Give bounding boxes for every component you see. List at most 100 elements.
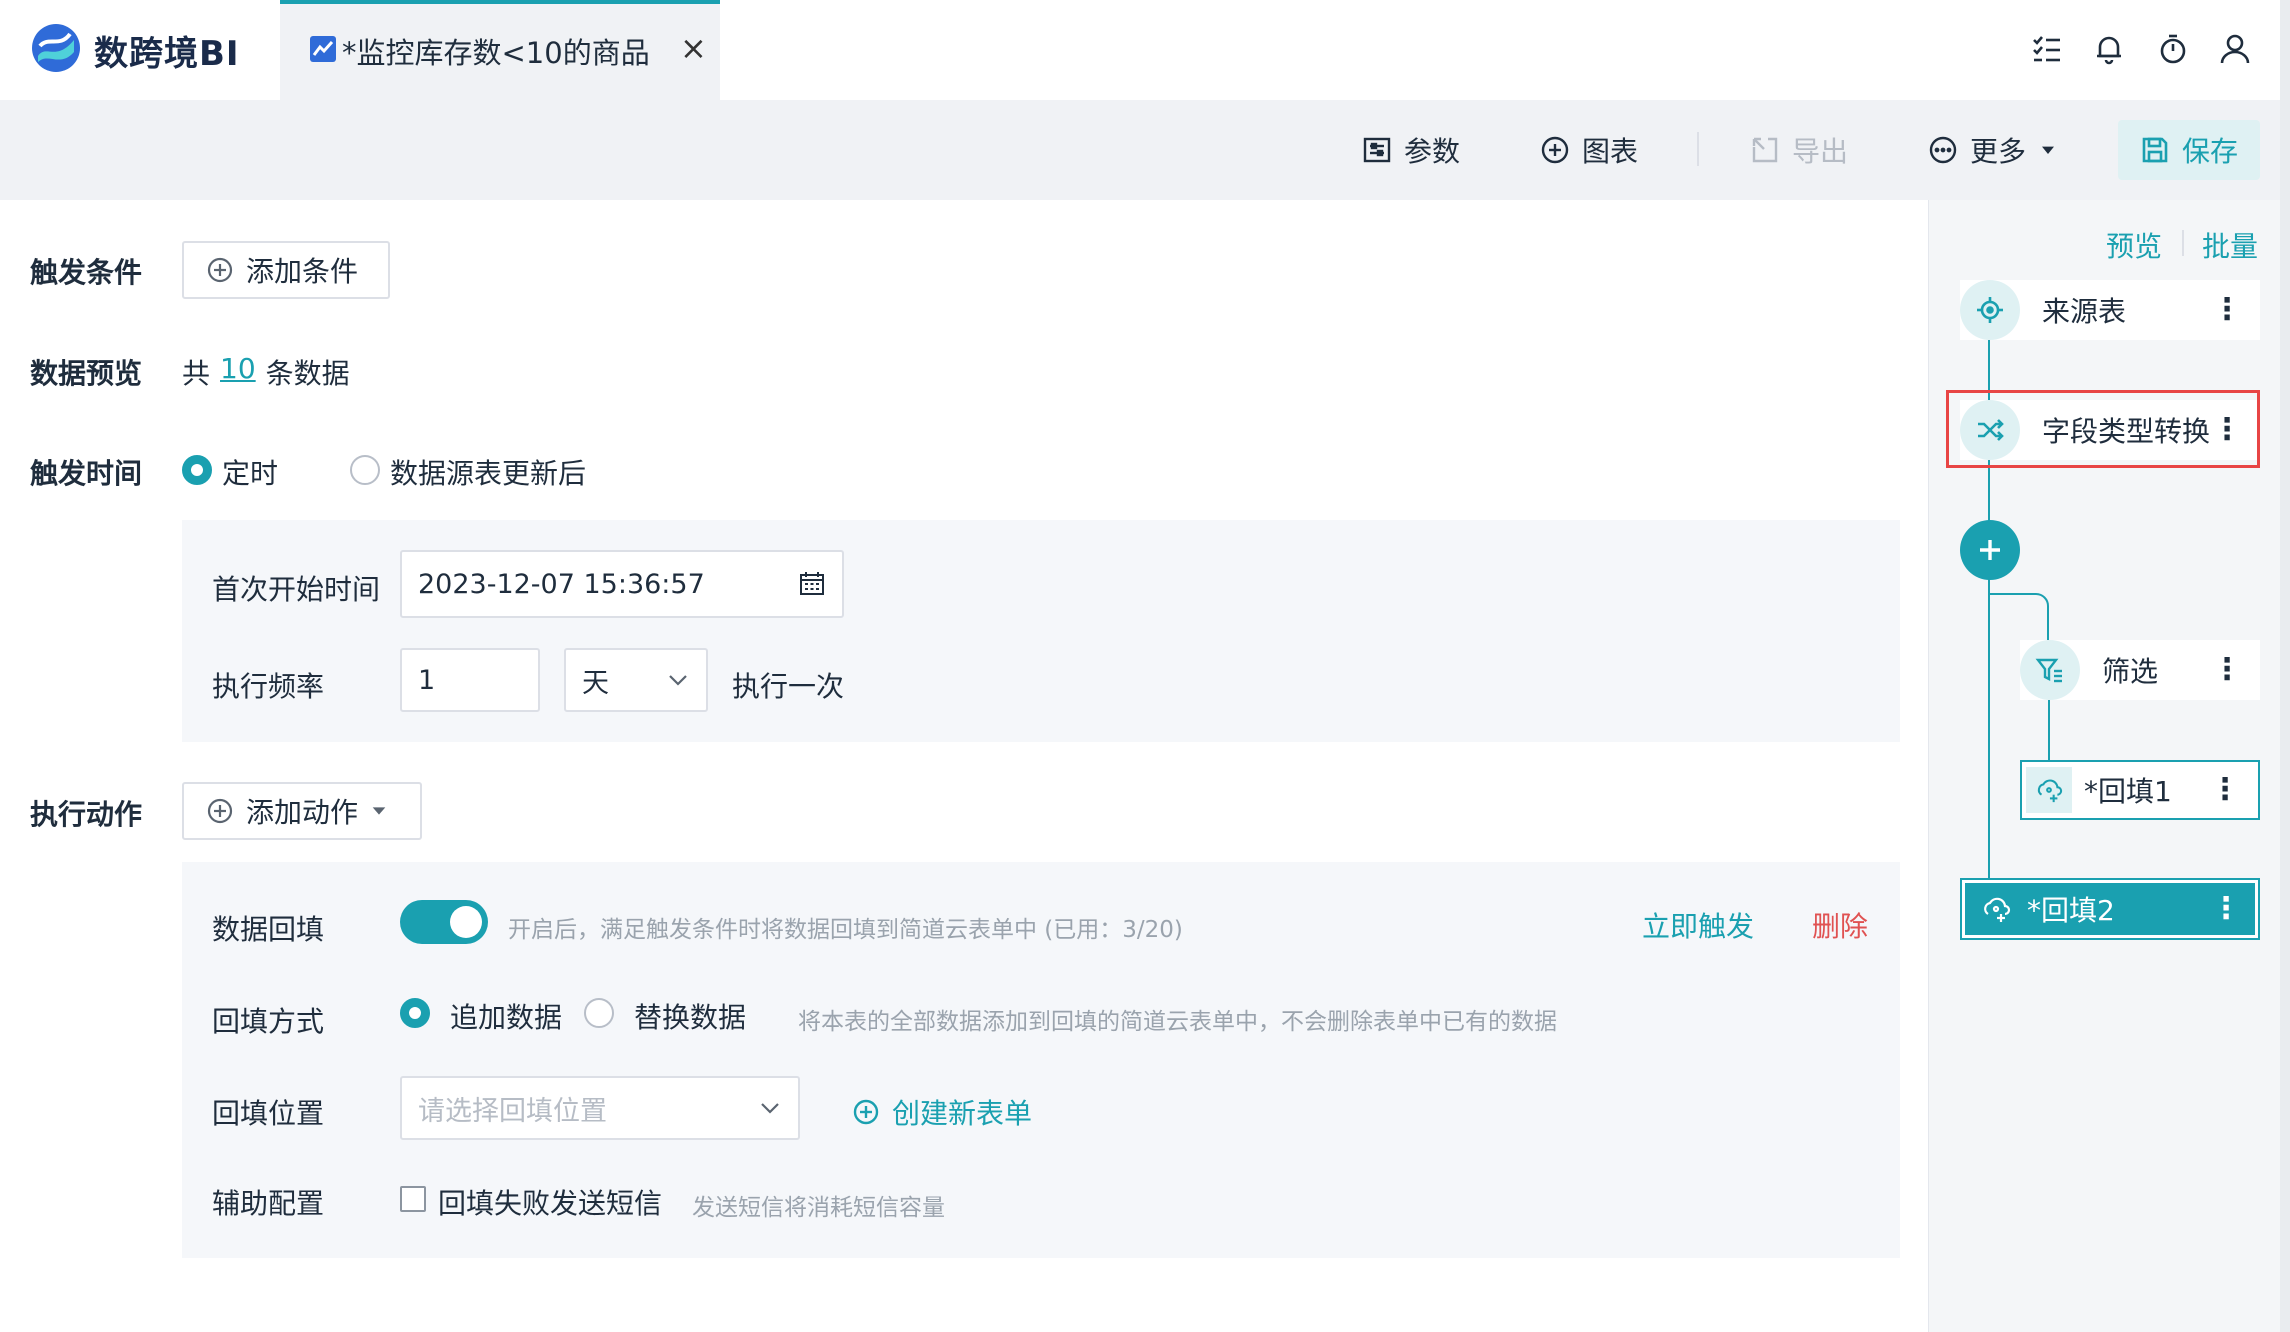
task-list-icon[interactable] bbox=[2030, 32, 2064, 66]
mode-hint: 将本表的全部数据添加到回填的简道云表单中，不会删除表单中已有的数据 bbox=[798, 1009, 1557, 1035]
flow-branch-connector bbox=[1988, 593, 2049, 640]
trigger-time-label: 触发时间 bbox=[30, 457, 143, 490]
radio-append[interactable] bbox=[400, 998, 430, 1028]
close-icon[interactable]: × bbox=[680, 28, 707, 68]
backfill-toggle[interactable] bbox=[400, 900, 488, 944]
flow-node-fill1[interactable]: *回填1 ⋮ bbox=[2020, 760, 2260, 820]
filter-icon bbox=[2035, 658, 2062, 683]
trigger-now-link[interactable]: 立即触发 bbox=[1642, 905, 1754, 945]
backfill-label: 数据回填 bbox=[212, 913, 325, 946]
plus-circle-icon bbox=[1541, 136, 1569, 164]
frequency-label: 执行频率 bbox=[212, 670, 325, 703]
node-icon-wrap bbox=[2020, 640, 2080, 700]
preview-prefix: 共 bbox=[182, 357, 211, 390]
radio-scheduled-label[interactable]: 定时 bbox=[222, 452, 278, 492]
app-name: 数跨境BI bbox=[94, 34, 240, 74]
flow-link-divider bbox=[2182, 230, 2184, 256]
params-icon bbox=[1363, 137, 1391, 163]
flow-node-source-label: 来源表 bbox=[2042, 295, 2127, 328]
highlight-box bbox=[1946, 390, 2260, 468]
export-icon bbox=[1752, 137, 1778, 163]
flow-node-fill2[interactable]: *回填2 ⋮ bbox=[1965, 883, 2255, 935]
plus-icon bbox=[1980, 540, 2000, 560]
params-button[interactable]: 参数 bbox=[1362, 126, 1460, 174]
data-preview-label: 数据预览 bbox=[30, 357, 143, 390]
more-label: 更多 bbox=[1970, 135, 2027, 168]
kebab-menu-icon[interactable]: ⋮ bbox=[2212, 655, 2242, 685]
data-preview-summary: 共 10 条数据 bbox=[182, 352, 350, 392]
save-button[interactable]: 保存 bbox=[2140, 126, 2238, 174]
frequency-suffix: 执行一次 bbox=[732, 670, 845, 703]
node-icon-wrap bbox=[1960, 280, 2020, 340]
timer-icon[interactable] bbox=[2156, 32, 2190, 66]
kebab-menu-icon[interactable]: ⋮ bbox=[2212, 295, 2242, 325]
flow-preview-link[interactable]: 预览 bbox=[2106, 225, 2162, 265]
flow-node-filter[interactable]: 筛选 ⋮ bbox=[2020, 640, 2260, 700]
add-node-button[interactable] bbox=[1960, 520, 2020, 580]
caret-down-icon bbox=[372, 807, 386, 815]
tab-title: *监控库存数<10的商品 bbox=[342, 36, 650, 70]
more-dropdown[interactable]: 更多 bbox=[1928, 126, 2058, 174]
flow-node-fill2-frame: *回填2 ⋮ bbox=[1960, 878, 2260, 940]
flow-batch-link[interactable]: 批量 bbox=[2202, 225, 2258, 265]
radio-append-label[interactable]: 追加数据 bbox=[450, 996, 562, 1036]
frequency-unit-select[interactable]: 天 bbox=[564, 648, 708, 712]
target-icon bbox=[1977, 297, 2003, 323]
kebab-menu-icon[interactable]: ⋮ bbox=[2211, 894, 2241, 924]
export-label: 导出 bbox=[1792, 135, 1849, 168]
chart-label: 图表 bbox=[1582, 135, 1639, 168]
node-icon-wrap bbox=[2026, 767, 2072, 813]
kebab-menu-icon[interactable]: ⋮ bbox=[2210, 775, 2240, 805]
flow-node-fill2-label: *回填2 bbox=[2027, 894, 2115, 927]
trigger-condition-label: 触发条件 bbox=[30, 256, 143, 289]
first-start-value: 2023-12-07 15:36:57 bbox=[418, 568, 705, 600]
save-icon bbox=[2142, 137, 2168, 163]
save-label: 保存 bbox=[2182, 135, 2239, 168]
backfill-icon bbox=[1984, 897, 2011, 922]
sms-checkbox[interactable] bbox=[400, 1186, 426, 1212]
frequency-value: 1 bbox=[418, 664, 436, 696]
export-button[interactable]: 导出 bbox=[1750, 126, 1848, 174]
user-icon[interactable] bbox=[2218, 32, 2252, 66]
mode-label: 回填方式 bbox=[212, 1005, 325, 1038]
flow-node-source[interactable]: 来源表 ⋮ bbox=[1960, 280, 2260, 340]
delete-link[interactable]: 删除 bbox=[1812, 905, 1868, 945]
add-condition-button[interactable]: 添加条件 bbox=[182, 241, 390, 299]
frequency-input[interactable]: 1 bbox=[400, 648, 540, 712]
preview-count-link[interactable]: 10 bbox=[220, 352, 256, 392]
radio-replace[interactable] bbox=[584, 998, 614, 1028]
backfill-hint: 开启后，满足触发条件时将数据回填到简道云表单中 (已用：3/20) bbox=[508, 917, 1183, 943]
plus-circle-icon bbox=[207, 257, 233, 283]
caret-down-icon bbox=[2042, 146, 2055, 154]
preview-suffix: 条数据 bbox=[265, 357, 350, 390]
flow-branch-line bbox=[2048, 700, 2050, 762]
radio-after-update-label[interactable]: 数据源表更新后 bbox=[390, 452, 586, 492]
first-start-label: 首次开始时间 bbox=[212, 573, 381, 606]
add-action-label: 添加动作 bbox=[246, 796, 359, 829]
add-condition-label: 添加条件 bbox=[246, 255, 359, 288]
calendar-icon[interactable] bbox=[798, 570, 826, 598]
plus-circle-icon bbox=[207, 798, 233, 824]
position-select[interactable]: 请选择回填位置 bbox=[400, 1076, 800, 1140]
first-start-datetime-input[interactable]: 2023-12-07 15:36:57 bbox=[400, 550, 844, 618]
window-edge bbox=[2280, 0, 2290, 1332]
flow-node-filter-label: 筛选 bbox=[2102, 655, 2159, 688]
params-label: 参数 bbox=[1404, 135, 1461, 168]
radio-after-update[interactable] bbox=[350, 455, 380, 485]
toggle-knob bbox=[450, 906, 482, 938]
create-form-label: 创建新表单 bbox=[892, 1097, 1033, 1130]
radio-replace-label[interactable]: 替换数据 bbox=[634, 996, 746, 1036]
add-action-dropdown[interactable]: 添加动作 bbox=[182, 782, 422, 840]
backfill-icon bbox=[2037, 779, 2063, 803]
plus-circle-icon bbox=[853, 1099, 879, 1125]
line-chart-icon bbox=[310, 36, 336, 62]
logo-icon bbox=[32, 24, 80, 72]
frequency-unit-value: 天 bbox=[582, 667, 609, 699]
create-form-button[interactable]: 创建新表单 bbox=[852, 1092, 1032, 1132]
sms-checkbox-label[interactable]: 回填失败发送短信 bbox=[438, 1182, 662, 1222]
more-icon bbox=[1929, 136, 1957, 164]
chevron-down-icon bbox=[761, 1103, 779, 1114]
radio-scheduled[interactable] bbox=[182, 455, 212, 485]
add-chart-button[interactable]: 图表 bbox=[1540, 126, 1638, 174]
bell-icon[interactable] bbox=[2092, 32, 2126, 66]
